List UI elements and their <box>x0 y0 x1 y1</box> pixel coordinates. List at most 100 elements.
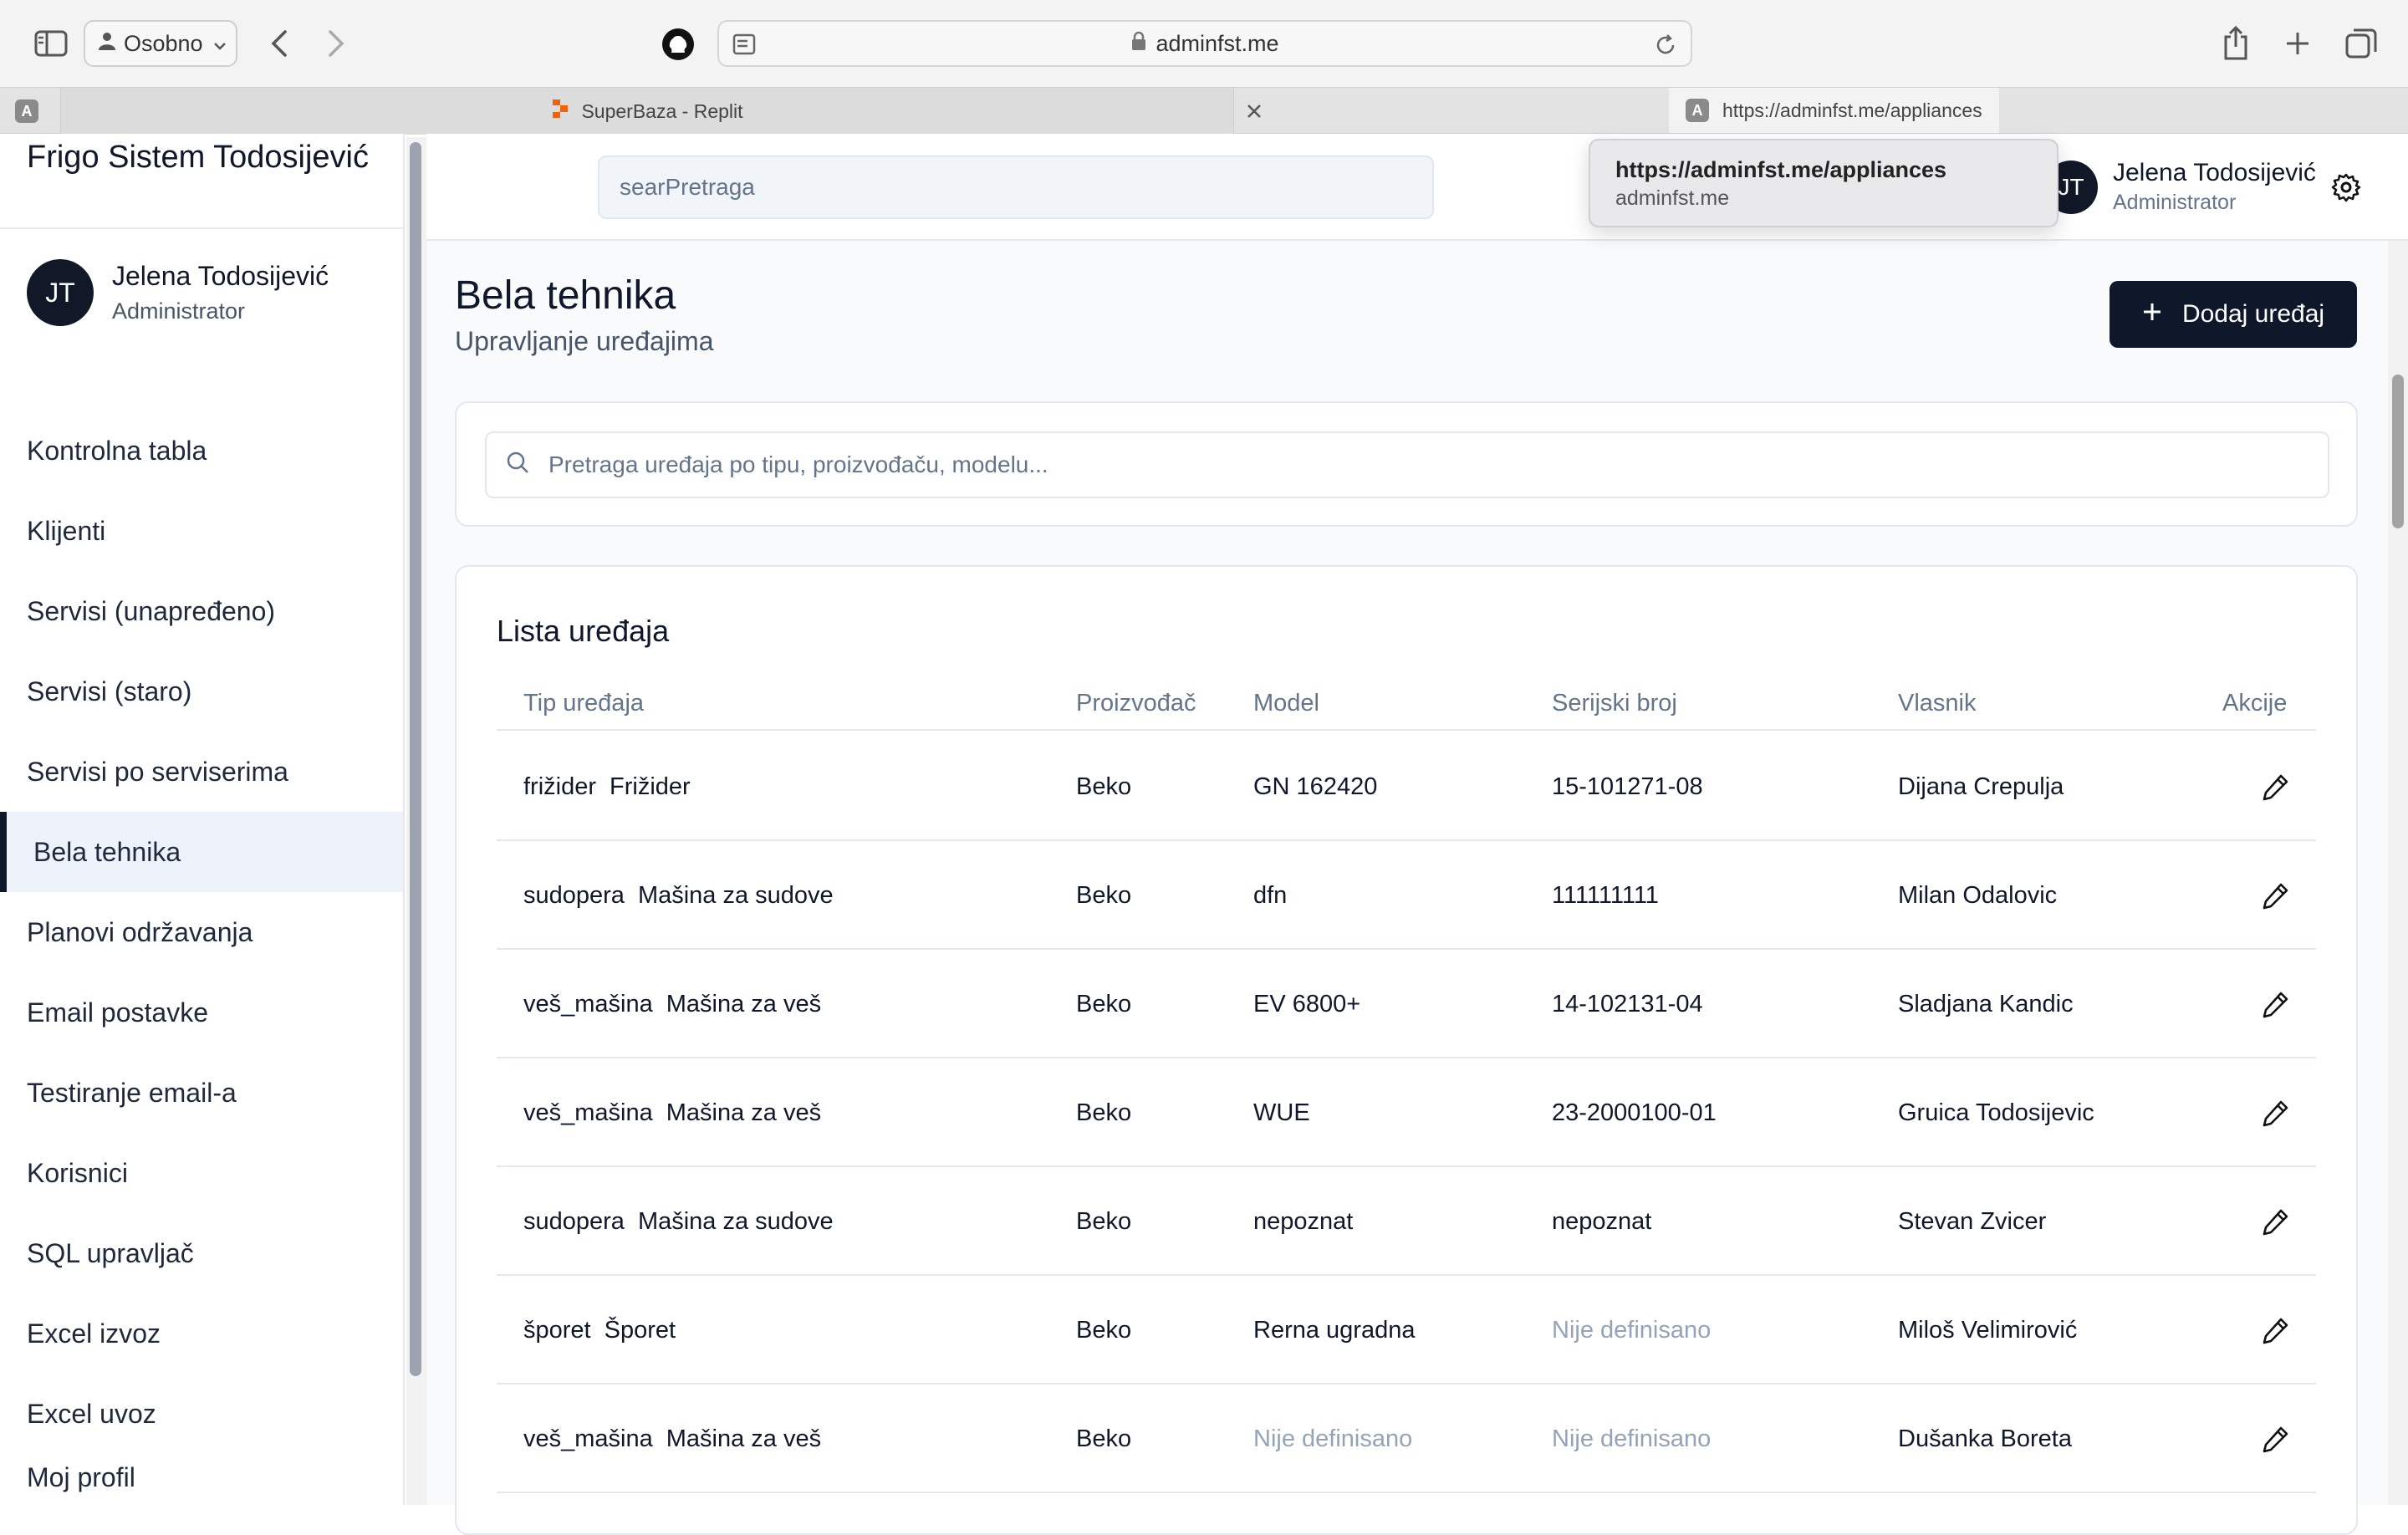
sidebar-item-sql-upravljac[interactable]: SQL upravljač <box>0 1213 403 1293</box>
column-header-model[interactable]: Model <box>1253 676 1319 731</box>
cell-owner: Dušanka Boreta <box>1898 1425 2072 1452</box>
new-tab-icon[interactable] <box>2281 27 2314 60</box>
device-list-card: Lista uređaja Tip uređaja Proizvođač Mod… <box>455 565 2358 1535</box>
header-user[interactable]: JT Jelena Todosijević Administrator <box>2044 159 2316 215</box>
edit-pencil-icon[interactable] <box>2261 1424 2291 1454</box>
profile-label: Osobno <box>124 30 203 56</box>
top-header: searPretraga JT Jelena Todosijević Admin… <box>426 134 2408 241</box>
sidebar-item-excel-izvoz[interactable]: Excel izvoz <box>0 1293 403 1374</box>
address-text: adminfst.me <box>1156 30 1279 56</box>
edit-pencil-icon[interactable] <box>2261 772 2291 802</box>
tab-pinned[interactable]: A <box>15 88 38 135</box>
cell-serial: 15-101271-08 <box>1552 773 1703 800</box>
page-settings-icon[interactable] <box>732 33 756 61</box>
person-icon <box>97 31 117 57</box>
table-row[interactable]: frižider Frižider Beko GN 162420 15-101271-0… <box>497 732 2316 841</box>
edit-pencil-icon[interactable] <box>2261 880 2291 910</box>
tab-label: https://adminfst.me/appliances <box>1722 99 1982 121</box>
type-code: šporet <box>523 1316 591 1344</box>
sidebar-item-korisnici[interactable]: Korisnici <box>0 1133 403 1213</box>
edit-pencil-icon[interactable] <box>2261 989 2291 1019</box>
chevron-down-icon <box>213 31 227 57</box>
table-row[interactable]: šporet Šporet Beko Rerna ugradna Nije defini… <box>497 1276 2316 1385</box>
tooltip-host: adminfst.me <box>1615 186 1730 210</box>
sidebar-item-klijenti[interactable]: Klijenti <box>0 491 403 571</box>
type-name: Mašina za sudove <box>637 1207 834 1235</box>
type-code: veš_mašina <box>523 1425 653 1452</box>
address-bar[interactable]: adminfst.me <box>717 20 1692 67</box>
table-row[interactable]: veš_mašina Mašina za veš Beko Nije definisa… <box>497 1385 2316 1493</box>
cell-owner: Miloš Velimirović <box>1898 1316 2078 1344</box>
table-row[interactable]: veš_mašina Mašina za veš Beko EV 6800+ 14-10… <box>497 950 2316 1058</box>
tab-bar: A SuperBaza - Replit A https://adminfst.… <box>0 87 2408 135</box>
edit-pencil-icon[interactable] <box>2261 1206 2291 1237</box>
scrollbar-thumb[interactable] <box>2392 375 2404 528</box>
add-device-button[interactable]: Dodaj uređaj <box>2110 281 2357 348</box>
table-header: Tip uređaja Proizvođač Model Serijski br… <box>497 676 2316 731</box>
column-header-actions: Akcije <box>2222 689 2288 717</box>
main-scrollbar[interactable] <box>2388 241 2408 1505</box>
sidebar-item-servisi-staro[interactable]: Servisi (staro) <box>0 651 403 732</box>
cell-owner: Milan Odalovic <box>1898 881 2058 909</box>
sidebar-item-moj-profil[interactable]: Moj profil <box>0 1454 403 1504</box>
type-name: Mašina za veš <box>666 990 822 1017</box>
column-header-owner[interactable]: Vlasnik <box>1898 676 1977 731</box>
user-name: Jelena Todosijević <box>2113 159 2316 186</box>
column-header-serial[interactable]: Serijski broj <box>1552 676 1677 731</box>
brand-title: Frigo Sistem Todosijević <box>27 140 370 175</box>
page-subtitle: Upravljanje uređajima <box>455 326 714 356</box>
cell-maker: Beko <box>1076 1425 1132 1452</box>
avatar: JT <box>27 259 94 326</box>
tab-appliances[interactable]: A https://adminfst.me/appliances <box>1669 88 1999 133</box>
cell-owner: Stevan Zvicer <box>1898 1207 2047 1235</box>
search-card: Pretraga uređaja po tipu, proizvođaču, m… <box>455 401 2358 527</box>
cell-maker: Beko <box>1076 773 1132 800</box>
sidebar-item-planovi-odrzavanja[interactable]: Planovi održavanja <box>0 892 403 972</box>
type-name: Mašina za veš <box>666 1099 822 1126</box>
type-code: sudopera <box>523 881 625 909</box>
search-input[interactable]: searPretraga <box>598 156 1434 219</box>
column-header-maker[interactable]: Proizvođač <box>1076 676 1196 731</box>
cell-maker: Beko <box>1076 1207 1132 1235</box>
tab-superbaza[interactable]: SuperBaza - Replit <box>60 88 1234 135</box>
cell-model: Rerna ugradna <box>1253 1316 1416 1344</box>
cell-type: frižider Frižider <box>523 732 691 841</box>
scrollbar-thumb[interactable] <box>410 142 421 1376</box>
edit-pencil-icon[interactable] <box>2261 1315 2291 1345</box>
cell-type: sudopera Mašina za sudove <box>523 1167 834 1276</box>
gear-icon[interactable] <box>2331 172 2361 202</box>
cell-model: GN 162420 <box>1253 773 1378 800</box>
close-tab-icon[interactable] <box>1246 88 1266 135</box>
share-icon[interactable] <box>2221 23 2251 62</box>
cell-serial: 14-102131-04 <box>1552 990 1703 1017</box>
sidebar-item-kontrolna-tabla[interactable]: Kontrolna tabla <box>0 411 403 491</box>
cell-maker: Beko <box>1076 1099 1132 1126</box>
sidebar-item-testiranje-email[interactable]: Testiranje email-a <box>0 1053 403 1133</box>
table-row[interactable]: veš_mašina Mašina za veš Beko WUE 23-2000100… <box>497 1058 2316 1167</box>
table-row[interactable]: sudopera Mašina za sudove Beko dfn 111111111… <box>497 841 2316 950</box>
github-icon[interactable] <box>661 27 696 62</box>
edit-pencil-icon[interactable] <box>2261 1098 2291 1128</box>
tooltip-url: https://adminfst.me/appliances <box>1615 157 1947 182</box>
tab-overview-icon[interactable] <box>2343 25 2380 62</box>
sidebar-item-servisi-unapredjeno[interactable]: Servisi (unapređeno) <box>0 571 403 651</box>
type-name: Frižider <box>610 773 691 800</box>
sidebar-item-email-postavke[interactable]: Email postavke <box>0 972 403 1053</box>
back-button[interactable] <box>264 25 294 62</box>
table-row[interactable]: sudopera Mašina za sudove Beko nepoznat nepo… <box>497 1167 2316 1276</box>
cell-type: veš_mašina Mašina za veš <box>523 950 821 1058</box>
forward-button[interactable] <box>321 25 351 62</box>
cell-serial: Nije definisano <box>1552 1316 1712 1344</box>
sidebar-toggle-icon[interactable] <box>33 28 69 59</box>
device-search-input[interactable]: Pretraga uređaja po tipu, proizvođaču, m… <box>485 431 2329 498</box>
cell-type: šporet Šporet <box>523 1276 676 1385</box>
lock-icon <box>1130 31 1147 57</box>
sidebar-scrollbar[interactable] <box>406 137 426 1505</box>
profile-selector[interactable]: Osobno <box>84 20 237 67</box>
sidebar-item-bela-tehnika[interactable]: Bela tehnika <box>0 812 403 892</box>
sidebar-item-excel-uvoz[interactable]: Excel uvoz <box>0 1374 403 1454</box>
reload-icon[interactable] <box>1654 33 1677 63</box>
cell-maker: Beko <box>1076 1316 1132 1344</box>
column-header-type[interactable]: Tip uređaja <box>523 676 644 731</box>
sidebar-item-servisi-po-serviserima[interactable]: Servisi po serviserima <box>0 732 403 812</box>
